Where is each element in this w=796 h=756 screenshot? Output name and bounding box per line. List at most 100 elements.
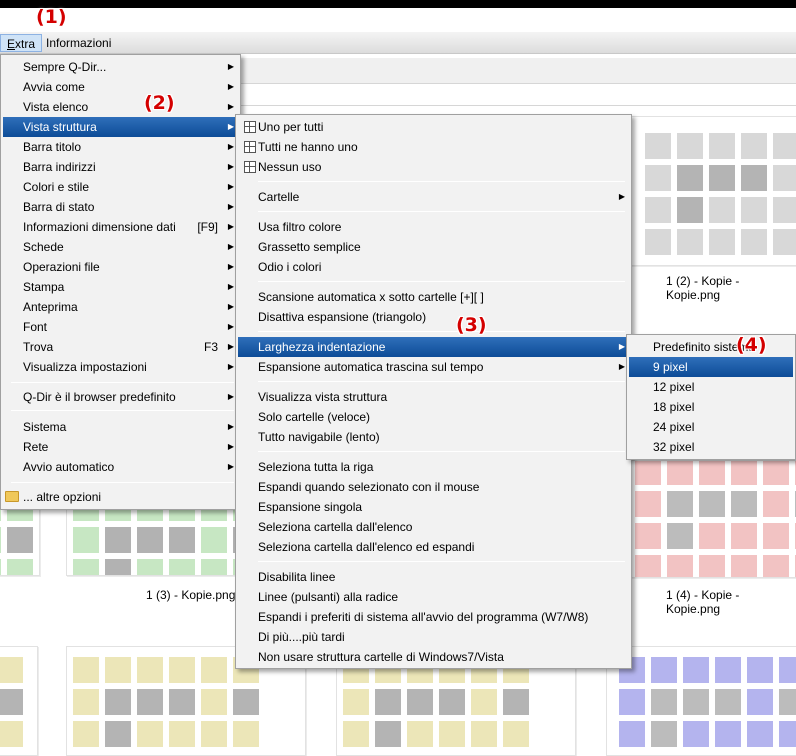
menu-item-seleziona-tutta-la-riga[interactable]: Seleziona tutta la riga <box>238 457 629 477</box>
menu-item-espansione-automatica-trascina-sul-tempo[interactable]: Espansione automatica trascina sul tempo… <box>238 357 629 377</box>
thumbnail-cell <box>73 527 99 553</box>
menu-item-scansione-automatica-x-sotto-cartelle[interactable]: Scansione automatica x sotto cartelle [+… <box>238 287 629 307</box>
menu-item-32-pixel[interactable]: 32 pixel <box>629 437 793 457</box>
menu-item-avvio-automatico[interactable]: Avvio automatico ▶ <box>3 457 238 477</box>
menu-item-linee-pulsanti-alla-radice[interactable]: Linee (pulsanti) alla radice <box>238 587 629 607</box>
menu-item-colori-e-stile[interactable]: Colori e stile ▶ <box>3 177 238 197</box>
thumbnail-cell <box>635 523 661 549</box>
menu-item-18-pixel[interactable]: 18 pixel <box>629 397 793 417</box>
menu-item-label: Tutto navigabile (lento) <box>258 430 380 444</box>
menu-item-label: Non usare struttura cartelle di Windows7… <box>258 650 504 664</box>
menu-item-q-dir-il-browser-predefinito[interactable]: Q-Dir è il browser predefinito ▶ <box>3 387 238 407</box>
thumbnail-cell <box>169 721 195 747</box>
menu-separator <box>258 281 625 282</box>
menu-item-altre-opzioni[interactable]: ... altre opzioni <box>3 487 238 507</box>
thumbnail-cell <box>763 555 789 577</box>
menu-item-sempre-q-dir[interactable]: Sempre Q-Dir... ▶ <box>3 57 238 77</box>
menu-item-label: Colori e stile <box>23 180 90 194</box>
menu-item-label: Visualizza impostazioni <box>23 360 147 374</box>
thumbnail-cell <box>779 657 796 683</box>
thumbnail-cell <box>773 197 796 223</box>
menu-item-vista-struttura[interactable]: Vista struttura ▶ <box>3 117 238 137</box>
menu-item-12-pixel[interactable]: 12 pixel <box>629 377 793 397</box>
menu-item-barra-di-stato[interactable]: Barra di stato ▶ <box>3 197 238 217</box>
thumbnail-cell <box>73 559 99 575</box>
thumbnail-cell <box>651 721 677 747</box>
thumbnail-red[interactable] <box>618 460 796 578</box>
menu-item-visualizza-vista-struttura[interactable]: Visualizza vista struttura <box>238 387 629 407</box>
menu-item-24-pixel[interactable]: 24 pixel <box>629 417 793 437</box>
menu-item-label: Sempre Q-Dir... <box>23 60 107 74</box>
thumbnail-cell <box>7 527 33 553</box>
menu-item-label: Seleziona tutta la riga <box>258 460 374 474</box>
menu-item-font[interactable]: Font ▶ <box>3 317 238 337</box>
thumbnail-cell <box>773 133 796 159</box>
thumbnail-cell <box>439 689 465 715</box>
menu-item-rete[interactable]: Rete ▶ <box>3 437 238 457</box>
menu-item-predefinito-sistema[interactable]: Predefinito sistema <box>629 337 793 357</box>
thumbnail-yellow-left[interactable] <box>0 646 38 756</box>
menu-item-label: Grassetto semplice <box>258 240 361 254</box>
menu-item-vista-elenco[interactable]: Vista elenco ▶ <box>3 97 238 117</box>
thumbnail-blue[interactable] <box>606 646 796 756</box>
thumbnail-cell <box>201 721 227 747</box>
menu-item-seleziona-cartella-dall-elenco-ed-espandi[interactable]: Seleziona cartella dall'elenco ed espand… <box>238 537 629 557</box>
menu-item-tutto-navigabile-lento[interactable]: Tutto navigabile (lento) <box>238 427 629 447</box>
menu-item-visualizza-impostazioni[interactable]: Visualizza impostazioni ▶ <box>3 357 238 377</box>
menu-item-label: Barra indirizzi <box>23 160 96 174</box>
thumbnail-cell <box>375 721 401 747</box>
menu-item-shortcut: F3 <box>203 340 218 354</box>
menu-item-schede[interactable]: Schede ▶ <box>3 237 238 257</box>
menu-item-label: ... altre opzioni <box>23 490 102 504</box>
submenu-arrow-icon: ▶ <box>227 202 234 211</box>
menu-item-di-pi-pi-tardi[interactable]: Di più....più tardi <box>238 627 629 647</box>
thumbnail-cell <box>709 133 735 159</box>
thumbnail-cell <box>137 527 163 553</box>
thumbnail-cell <box>407 689 433 715</box>
menu-item-barra-titolo[interactable]: Barra titolo ▶ <box>3 137 238 157</box>
thumbnail-cell <box>471 721 497 747</box>
menu-item-sistema[interactable]: Sistema ▶ <box>3 417 238 437</box>
menu-item-label: Avvio automatico <box>23 460 115 474</box>
menu-item-stampa[interactable]: Stampa ▶ <box>3 277 238 297</box>
menu-item-trova[interactable]: Trova F3 ▶ <box>3 337 238 357</box>
thumbnail-cell <box>105 721 131 747</box>
menu-item-espansione-singola[interactable]: Espansione singola <box>238 497 629 517</box>
menu-item-shortcut: [F9] <box>197 220 218 234</box>
menu-item-disabilita-linee[interactable]: Disabilita linee <box>238 567 629 587</box>
menu-item-larghezza-indentazione[interactable]: Larghezza indentazione ▶ <box>238 337 629 357</box>
menu-item-seleziona-cartella-dall-elenco[interactable]: Seleziona cartella dall'elenco <box>238 517 629 537</box>
menu-item-label: Linee (pulsanti) alla radice <box>258 590 399 604</box>
submenu-arrow-icon: ▶ <box>618 362 625 371</box>
menu-item-odio-i-colori[interactable]: Odio i colori <box>238 257 629 277</box>
thumbnail-cell <box>645 197 671 223</box>
menu-item-non-usare-struttura-cartelle-di-windows7-vista[interactable]: Non usare struttura cartelle di Windows7… <box>238 647 629 667</box>
menu-item-9-pixel[interactable]: 9 pixel <box>629 357 793 377</box>
thumbnail-cell <box>667 523 693 549</box>
menu-item-cartelle[interactable]: Cartelle ▶ <box>238 187 629 207</box>
menu-item-nessun-uso[interactable]: Nessun uso <box>238 157 629 177</box>
menu-item-solo-cartelle-veloce[interactable]: Solo cartelle (veloce) <box>238 407 629 427</box>
menu-item-label: Sistema <box>23 420 67 434</box>
submenu-arrow-icon: ▶ <box>227 362 234 371</box>
menu-item-espandi-quando-selezionato-con-il-mouse[interactable]: Espandi quando selezionato con il mouse <box>238 477 629 497</box>
thumbnail-gray[interactable] <box>618 116 796 266</box>
menu-item-anteprima[interactable]: Anteprima ▶ <box>3 297 238 317</box>
menu-item-avvia-come[interactable]: Avvia come ▶ <box>3 77 238 97</box>
menu-extra[interactable]: Extra <box>0 34 43 52</box>
menu-item-informazioni-dimensione-dati[interactable]: Informazioni dimensione dati [F9] ▶ <box>3 217 238 237</box>
thumbnail-cell <box>683 689 709 715</box>
menu-item-grassetto-semplice[interactable]: Grassetto semplice <box>238 237 629 257</box>
menu-item-espandi-i-preferiti-di-sistema-all-avvio-del-programma-w7-w8[interactable]: Espandi i preferiti di sistema all'avvio… <box>238 607 629 627</box>
menu-item-uno-per-tutti[interactable]: Uno per tutti <box>238 117 629 137</box>
menu-item-operazioni-file[interactable]: Operazioni file ▶ <box>3 257 238 277</box>
menu-item-barra-indirizzi[interactable]: Barra indirizzi ▶ <box>3 157 238 177</box>
thumbnail-cell <box>667 555 693 577</box>
menu-informazioni[interactable]: Informazioni <box>40 34 117 52</box>
menu-item-disattiva-espansione-triangolo[interactable]: Disattiva espansione (triangolo) <box>238 307 629 327</box>
menu-item-usa-filtro-colore[interactable]: Usa filtro colore <box>238 217 629 237</box>
menu-item-tutti-ne-hanno-uno[interactable]: Tutti ne hanno uno <box>238 137 629 157</box>
annotation-3: (3) <box>456 314 487 336</box>
menu-item-label: Larghezza indentazione <box>258 340 386 354</box>
thumbnail-cell <box>651 689 677 715</box>
